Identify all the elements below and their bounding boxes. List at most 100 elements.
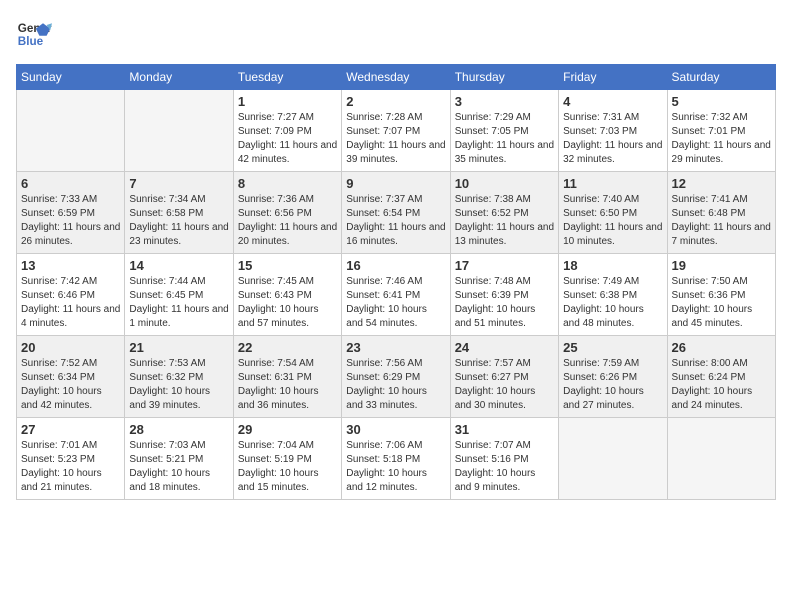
day-number: 18	[563, 258, 662, 273]
day-info: Sunrise: 7:45 AM Sunset: 6:43 PM Dayligh…	[238, 275, 337, 331]
calendar-cell: 23 Sunrise: 7:56 AM Sunset: 6:29 PM Dayli…	[342, 336, 450, 418]
weekday-header: Tuesday	[233, 65, 341, 90]
day-info: Sunrise: 7:52 AM Sunset: 6:34 PM Dayligh…	[21, 357, 120, 413]
calendar-cell: 31 Sunrise: 7:07 AM Sunset: 5:16 PM Dayli…	[450, 418, 558, 500]
calendar-cell: 5 Sunrise: 7:32 AM Sunset: 7:01 PM Daylig…	[667, 90, 775, 172]
day-number: 11	[563, 176, 662, 191]
calendar-cell: 16 Sunrise: 7:46 AM Sunset: 6:41 PM Dayli…	[342, 254, 450, 336]
day-info: Sunrise: 7:44 AM Sunset: 6:45 PM Dayligh…	[129, 275, 228, 331]
calendar-cell: 21 Sunrise: 7:53 AM Sunset: 6:32 PM Dayli…	[125, 336, 233, 418]
calendar-cell	[667, 418, 775, 500]
day-number: 7	[129, 176, 228, 191]
calendar-cell: 7 Sunrise: 7:34 AM Sunset: 6:58 PM Daylig…	[125, 172, 233, 254]
calendar-cell: 26 Sunrise: 8:00 AM Sunset: 6:24 PM Dayli…	[667, 336, 775, 418]
day-info: Sunrise: 7:41 AM Sunset: 6:48 PM Dayligh…	[672, 193, 771, 249]
calendar-cell: 18 Sunrise: 7:49 AM Sunset: 6:38 PM Dayli…	[559, 254, 667, 336]
calendar-cell	[559, 418, 667, 500]
day-info: Sunrise: 7:42 AM Sunset: 6:46 PM Dayligh…	[21, 275, 120, 331]
day-info: Sunrise: 7:33 AM Sunset: 6:59 PM Dayligh…	[21, 193, 120, 249]
day-number: 27	[21, 422, 120, 437]
day-number: 28	[129, 422, 228, 437]
day-info: Sunrise: 7:48 AM Sunset: 6:39 PM Dayligh…	[455, 275, 554, 331]
day-number: 5	[672, 94, 771, 109]
calendar-cell: 20 Sunrise: 7:52 AM Sunset: 6:34 PM Dayli…	[17, 336, 125, 418]
calendar-cell: 10 Sunrise: 7:38 AM Sunset: 6:52 PM Dayli…	[450, 172, 558, 254]
day-number: 16	[346, 258, 445, 273]
day-number: 25	[563, 340, 662, 355]
day-info: Sunrise: 7:29 AM Sunset: 7:05 PM Dayligh…	[455, 111, 554, 167]
day-info: Sunrise: 7:06 AM Sunset: 5:18 PM Dayligh…	[346, 439, 445, 495]
weekday-header: Sunday	[17, 65, 125, 90]
day-info: Sunrise: 7:37 AM Sunset: 6:54 PM Dayligh…	[346, 193, 445, 249]
day-number: 26	[672, 340, 771, 355]
day-number: 20	[21, 340, 120, 355]
day-info: Sunrise: 7:46 AM Sunset: 6:41 PM Dayligh…	[346, 275, 445, 331]
day-number: 8	[238, 176, 337, 191]
day-info: Sunrise: 7:07 AM Sunset: 5:16 PM Dayligh…	[455, 439, 554, 495]
day-info: Sunrise: 8:00 AM Sunset: 6:24 PM Dayligh…	[672, 357, 771, 413]
day-number: 14	[129, 258, 228, 273]
day-number: 15	[238, 258, 337, 273]
calendar-cell: 3Sunrise: 7:29 AM Sunset: 7:05 PM Daylig…	[450, 90, 558, 172]
calendar-cell	[17, 90, 125, 172]
calendar-cell	[125, 90, 233, 172]
day-number: 2	[346, 94, 445, 109]
calendar-cell: 6 Sunrise: 7:33 AM Sunset: 6:59 PM Daylig…	[17, 172, 125, 254]
day-number: 1	[238, 94, 337, 109]
day-info: Sunrise: 7:31 AM Sunset: 7:03 PM Dayligh…	[563, 111, 662, 167]
calendar-cell: 13Sunrise: 7:42 AM Sunset: 6:46 PM Dayli…	[17, 254, 125, 336]
calendar-cell: 17Sunrise: 7:48 AM Sunset: 6:39 PM Dayli…	[450, 254, 558, 336]
day-info: Sunrise: 7:34 AM Sunset: 6:58 PM Dayligh…	[129, 193, 228, 249]
calendar-cell: 25 Sunrise: 7:59 AM Sunset: 6:26 PM Dayli…	[559, 336, 667, 418]
weekday-header: Thursday	[450, 65, 558, 90]
calendar-week-row: 27 Sunrise: 7:01 AM Sunset: 5:23 PM Dayli…	[17, 418, 776, 500]
day-info: Sunrise: 7:56 AM Sunset: 6:29 PM Dayligh…	[346, 357, 445, 413]
calendar-week-row: 1 Sunrise: 7:27 AM Sunset: 7:09 PM Daylig…	[17, 90, 776, 172]
day-info: Sunrise: 7:50 AM Sunset: 6:36 PM Dayligh…	[672, 275, 771, 331]
calendar-cell: 14 Sunrise: 7:44 AM Sunset: 6:45 PM Dayli…	[125, 254, 233, 336]
day-info: Sunrise: 7:03 AM Sunset: 5:21 PM Dayligh…	[129, 439, 228, 495]
weekday-header: Friday	[559, 65, 667, 90]
day-number: 21	[129, 340, 228, 355]
day-info: Sunrise: 7:53 AM Sunset: 6:32 PM Dayligh…	[129, 357, 228, 413]
day-info: Sunrise: 7:54 AM Sunset: 6:31 PM Dayligh…	[238, 357, 337, 413]
day-info: Sunrise: 7:32 AM Sunset: 7:01 PM Dayligh…	[672, 111, 771, 167]
day-info: Sunrise: 7:40 AM Sunset: 6:50 PM Dayligh…	[563, 193, 662, 249]
calendar-cell: 24Sunrise: 7:57 AM Sunset: 6:27 PM Dayli…	[450, 336, 558, 418]
calendar-cell: 4Sunrise: 7:31 AM Sunset: 7:03 PM Daylig…	[559, 90, 667, 172]
day-number: 31	[455, 422, 554, 437]
weekday-header: Saturday	[667, 65, 775, 90]
calendar-cell: 28 Sunrise: 7:03 AM Sunset: 5:21 PM Dayli…	[125, 418, 233, 500]
calendar-cell: 11 Sunrise: 7:40 AM Sunset: 6:50 PM Dayli…	[559, 172, 667, 254]
calendar-cell: 30 Sunrise: 7:06 AM Sunset: 5:18 PM Dayli…	[342, 418, 450, 500]
calendar-cell: 27 Sunrise: 7:01 AM Sunset: 5:23 PM Dayli…	[17, 418, 125, 500]
calendar-cell: 12 Sunrise: 7:41 AM Sunset: 6:48 PM Dayli…	[667, 172, 775, 254]
day-number: 10	[455, 176, 554, 191]
calendar-week-row: 20 Sunrise: 7:52 AM Sunset: 6:34 PM Dayli…	[17, 336, 776, 418]
calendar-cell: 1 Sunrise: 7:27 AM Sunset: 7:09 PM Daylig…	[233, 90, 341, 172]
day-number: 6	[21, 176, 120, 191]
weekday-header: Wednesday	[342, 65, 450, 90]
day-number: 12	[672, 176, 771, 191]
calendar-cell: 15 Sunrise: 7:45 AM Sunset: 6:43 PM Dayli…	[233, 254, 341, 336]
day-info: Sunrise: 7:04 AM Sunset: 5:19 PM Dayligh…	[238, 439, 337, 495]
day-number: 19	[672, 258, 771, 273]
day-info: Sunrise: 7:59 AM Sunset: 6:26 PM Dayligh…	[563, 357, 662, 413]
day-number: 29	[238, 422, 337, 437]
calendar-cell: 19 Sunrise: 7:50 AM Sunset: 6:36 PM Dayli…	[667, 254, 775, 336]
day-number: 9	[346, 176, 445, 191]
calendar-week-row: 6 Sunrise: 7:33 AM Sunset: 6:59 PM Daylig…	[17, 172, 776, 254]
day-info: Sunrise: 7:49 AM Sunset: 6:38 PM Dayligh…	[563, 275, 662, 331]
calendar-cell: 22 Sunrise: 7:54 AM Sunset: 6:31 PM Dayli…	[233, 336, 341, 418]
weekday-header-row: SundayMondayTuesdayWednesdayThursdayFrid…	[17, 65, 776, 90]
day-number: 22	[238, 340, 337, 355]
page-header: General Blue	[16, 16, 776, 52]
logo-icon: General Blue	[16, 16, 52, 52]
day-info: Sunrise: 7:27 AM Sunset: 7:09 PM Dayligh…	[238, 111, 337, 167]
day-info: Sunrise: 7:38 AM Sunset: 6:52 PM Dayligh…	[455, 193, 554, 249]
day-info: Sunrise: 7:36 AM Sunset: 6:56 PM Dayligh…	[238, 193, 337, 249]
day-number: 30	[346, 422, 445, 437]
calendar-table: SundayMondayTuesdayWednesdayThursdayFrid…	[16, 64, 776, 500]
day-info: Sunrise: 7:01 AM Sunset: 5:23 PM Dayligh…	[21, 439, 120, 495]
day-number: 23	[346, 340, 445, 355]
